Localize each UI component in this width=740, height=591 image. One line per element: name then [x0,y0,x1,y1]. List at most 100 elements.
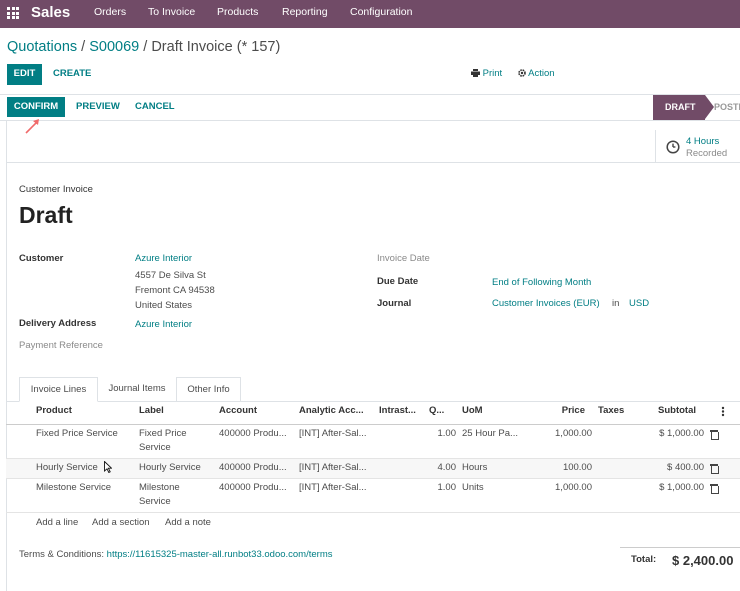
breadcrumb-separator: / [77,39,90,55]
cell-quantity[interactable]: 4.00 [420,461,457,475]
menu-products[interactable]: Products [217,6,258,18]
cell-analytic[interactable]: [INT] After-Sal... [299,461,367,475]
column-header-taxes[interactable]: Taxes [598,404,624,418]
action-dropdown[interactable]: Action [518,64,555,84]
table-row[interactable] [6,459,740,478]
cancel-button[interactable]: CANCEL [135,97,175,117]
cell-uom[interactable]: Hours [462,461,487,475]
cell-analytic[interactable]: [INT] After-Sal... [299,427,367,441]
column-header-label[interactable]: Label [139,404,164,418]
cell-quantity[interactable]: 1.00 [420,427,457,441]
breadcrumb: Quotations / S00069 / Draft Invoice (* 1… [7,38,280,56]
column-header-subtotal[interactable]: Subtotal [658,404,696,418]
gear-icon [518,69,526,77]
column-header-quantity[interactable]: Q... [429,404,444,418]
cell-account[interactable]: 400000 Produ... [219,481,287,495]
edit-button[interactable]: EDIT [7,64,42,85]
create-button[interactable]: CREATE [53,64,91,84]
cell-price[interactable]: 1,000.00 [530,427,592,441]
timesheet-smart-button[interactable]: 4 Hours Recorded [658,133,740,161]
due-date-field[interactable]: End of Following Month [492,275,591,290]
clock-icon [666,140,680,154]
mouse-cursor-icon [104,461,112,473]
cell-product[interactable]: Fixed Price Service [36,427,118,441]
column-options-icon[interactable] [721,406,725,417]
journal-field[interactable]: Customer Invoices (EUR) [492,296,600,311]
breadcrumb-separator: / [139,39,152,55]
delete-row-icon[interactable] [710,430,719,440]
customer-address-line: 4557 De Silva St [135,270,206,281]
invoice-title: Draft [19,202,73,228]
top-navbar: Sales Orders To Invoice Products Reporti… [0,0,740,28]
customer-field[interactable]: Azure Interior [135,251,192,266]
cell-uom[interactable]: Units [462,481,484,495]
customer-address-line: Fremont CA 94538 [135,285,215,296]
add-line-link[interactable]: Add a line [36,516,78,530]
cell-uom[interactable]: 25 Hour Pa... [462,427,518,441]
column-header-price[interactable]: Price [540,404,585,418]
status-draft[interactable]: DRAFT [653,95,714,120]
form-sheet-border [6,162,740,163]
menu-reporting[interactable]: Reporting [282,6,328,18]
column-header-product[interactable]: Product [36,404,72,418]
delivery-address-field[interactable]: Azure Interior [135,317,192,332]
payment-reference-label: Payment Reference [19,340,103,351]
cell-analytic[interactable]: [INT] After-Sal... [299,481,367,495]
cell-label[interactable]: Milestone Service [139,481,194,509]
terms-link[interactable]: https://11615325-master-all.runbot33.odo… [107,549,333,560]
tab-other-info[interactable]: Other Info [176,377,241,402]
invoice-date-label: Invoice Date [377,253,430,264]
invoice-type-label: Customer Invoice [19,184,93,195]
column-header-account[interactable]: Account [219,404,257,418]
cell-label[interactable]: Fixed Price Service [139,427,209,455]
total-divider [620,547,740,548]
customer-label: Customer [19,253,64,264]
column-header-intrastat[interactable]: Intrast... [379,404,416,418]
print-dropdown[interactable]: Print [471,64,502,84]
currency-field[interactable]: USD [629,296,649,311]
breadcrumb-order[interactable]: S00069 [89,39,139,55]
breadcrumb-quotations[interactable]: Quotations [7,39,77,55]
status-posted[interactable]: POSTI [714,95,740,120]
journal-in-text: in [612,298,620,309]
smart-button-label: Recorded [686,148,728,159]
cell-quantity[interactable]: 1.00 [420,481,457,495]
divider [655,130,656,162]
due-date-label: Due Date [377,276,419,287]
add-note-link[interactable]: Add a note [165,516,211,530]
journal-label: Journal [377,298,412,309]
add-section-link[interactable]: Add a section [92,516,150,530]
tab-journal-items[interactable]: Journal Items [98,377,176,402]
cell-subtotal: $ 1,000.00 [659,482,704,493]
smart-button-value: 4 Hours [686,136,720,147]
cell-price[interactable]: 100.00 [530,461,592,475]
app-brand[interactable]: Sales [31,3,70,23]
menu-configuration[interactable]: Configuration [350,6,412,18]
column-header-analytic[interactable]: Analytic Acc... [299,404,364,418]
divider [0,120,740,121]
cell-subtotal: $ 1,000.00 [659,428,704,439]
row-divider [6,512,740,513]
action-label: Action [528,68,555,79]
table-row[interactable] [6,479,740,512]
cell-product[interactable]: Hourly Service [36,461,98,475]
cell-subtotal: $ 400.00 [667,462,704,473]
cell-product[interactable]: Milestone Service [36,481,111,495]
menu-orders[interactable]: Orders [94,6,126,18]
menu-to-invoice[interactable]: To Invoice [148,6,195,18]
terms-conditions: Terms & Conditions: https://11615325-mas… [19,548,333,562]
confirm-button[interactable]: CONFIRM [7,97,65,117]
apps-menu-icon[interactable] [7,7,19,19]
column-header-uom[interactable]: UoM [462,404,483,418]
preview-button[interactable]: PREVIEW [76,97,120,117]
form-sheet-border [6,121,7,591]
delete-row-icon[interactable] [710,464,719,474]
cell-label[interactable]: Hourly Service [139,461,201,475]
tab-invoice-lines[interactable]: Invoice Lines [19,377,98,402]
delivery-address-label: Delivery Address [19,318,97,329]
print-icon [471,69,480,77]
cell-account[interactable]: 400000 Produ... [219,427,287,441]
cell-account[interactable]: 400000 Produ... [219,461,287,475]
delete-row-icon[interactable] [710,484,719,494]
cell-price[interactable]: 1,000.00 [530,481,592,495]
